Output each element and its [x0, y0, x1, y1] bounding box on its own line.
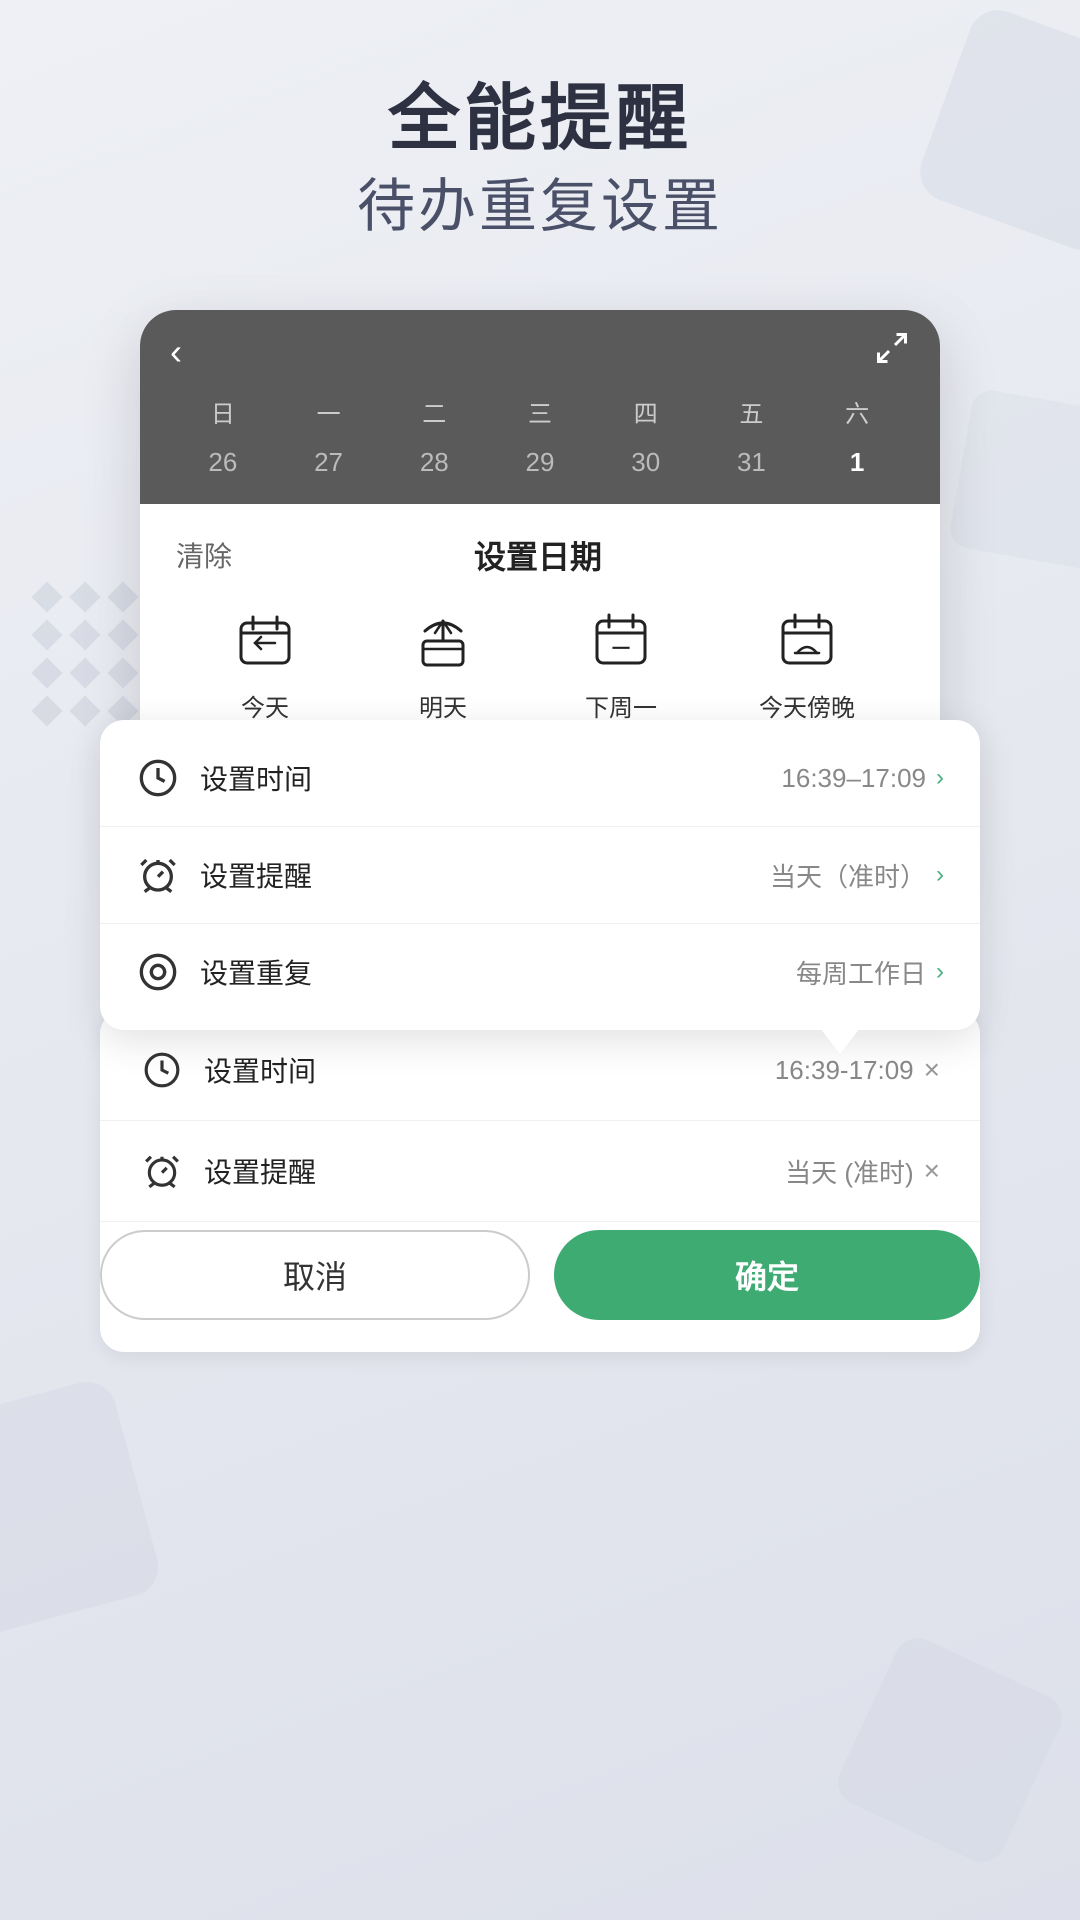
- cal-date-27[interactable]: 27: [276, 441, 382, 484]
- bg-decoration-3: [0, 1375, 165, 1644]
- day-label-tue: 二: [381, 390, 487, 433]
- cal-date-28[interactable]: 28: [381, 441, 487, 484]
- time-arrow: ›: [936, 764, 944, 792]
- bottom-reminder-label: 设置提醒: [204, 1151, 785, 1191]
- day-label-sat: 六: [804, 390, 910, 433]
- day-label-sun: 日: [170, 390, 276, 433]
- cancel-button[interactable]: 取消: [100, 1230, 530, 1320]
- today-label: 今天: [241, 688, 289, 723]
- cal-dates-row: 26 27 28 29 30 31 1: [170, 441, 910, 484]
- bottom-alarm-icon: [140, 1149, 184, 1193]
- evening-label: 今天傍晚: [759, 688, 855, 723]
- quick-evening[interactable]: 今天傍晚: [759, 606, 855, 723]
- bottom-time-value: 16:39-17:09: [775, 1055, 914, 1086]
- today-icon: [225, 606, 305, 676]
- reminder-arrow: ›: [936, 861, 944, 889]
- cal-days-header: 日 一 二 三 四 五 六: [170, 390, 910, 433]
- sub-title: 待办重复设置: [20, 169, 1060, 244]
- cal-date-31[interactable]: 31: [699, 441, 805, 484]
- tooltip-time-item[interactable]: 设置时间 16:39–17:09 ›: [100, 730, 980, 827]
- bottom-reminder-item: 设置提醒 当天 (准时) ×: [100, 1121, 980, 1222]
- cal-date-30[interactable]: 30: [593, 441, 699, 484]
- bottom-clock-icon: [140, 1048, 184, 1092]
- repeat-icon: [136, 950, 180, 994]
- tomorrow-icon: [403, 606, 483, 676]
- main-title: 全能提醒: [20, 80, 1060, 159]
- bottom-time-label: 设置时间: [204, 1050, 775, 1090]
- repeat-value: 每周工作日: [796, 954, 926, 991]
- repeat-arrow: ›: [936, 958, 944, 986]
- bg-decoration-2: [947, 387, 1080, 572]
- quick-tomorrow[interactable]: 明天: [403, 606, 483, 723]
- reminder-label: 设置提醒: [200, 855, 770, 895]
- evening-icon: [767, 606, 847, 676]
- set-date-title: 设置日期: [474, 532, 602, 578]
- header-section: 全能提醒 待办重复设置: [0, 60, 1080, 265]
- action-buttons: 取消 确定: [100, 1230, 980, 1320]
- calendar-dark-header: ‹ 日 一 二 三 四 五 六 26 27 28 29 30: [140, 310, 940, 504]
- repeat-label: 设置重复: [200, 952, 796, 992]
- next-monday-icon: 一: [581, 606, 661, 676]
- diamond-decoration: [30, 580, 140, 728]
- cal-date-1[interactable]: 1: [804, 441, 910, 484]
- day-label-fri: 五: [699, 390, 805, 433]
- back-button[interactable]: ‹: [170, 331, 182, 373]
- clock-icon: [136, 756, 180, 800]
- next-monday-label: 下周一: [585, 688, 657, 723]
- tooltip-card: 设置时间 16:39–17:09 › 设置提醒 当天（准时） › 设置重复 每周…: [100, 720, 980, 1030]
- quick-select-row: 今天 明天: [176, 606, 904, 723]
- quick-today[interactable]: 今天: [225, 606, 305, 723]
- bottom-reminder-value: 当天 (准时): [785, 1153, 914, 1190]
- day-label-wed: 三: [487, 390, 593, 433]
- expand-button[interactable]: [874, 330, 910, 374]
- cal-date-26[interactable]: 26: [170, 441, 276, 484]
- day-label-thu: 四: [593, 390, 699, 433]
- time-label: 设置时间: [200, 758, 781, 798]
- day-label-mon: 一: [276, 390, 382, 433]
- quick-next-monday[interactable]: 一 下周一: [581, 606, 661, 723]
- confirm-button[interactable]: 确定: [554, 1230, 980, 1320]
- tooltip-reminder-item[interactable]: 设置提醒 当天（准时） ›: [100, 827, 980, 924]
- tooltip-repeat-item[interactable]: 设置重复 每周工作日 ›: [100, 924, 980, 1020]
- clear-button[interactable]: 清除: [176, 535, 232, 575]
- cal-date-29[interactable]: 29: [487, 441, 593, 484]
- svg-text:一: 一: [612, 639, 630, 659]
- reminder-value: 当天（准时）: [770, 857, 926, 894]
- alarm-icon: [136, 853, 180, 897]
- set-date-header: 清除 设置日期: [176, 532, 904, 578]
- cal-nav-row: ‹: [170, 330, 910, 374]
- bottom-time-close[interactable]: ×: [924, 1054, 940, 1086]
- bg-decoration-4: [830, 1630, 1069, 1869]
- tomorrow-label: 明天: [419, 688, 467, 723]
- time-value: 16:39–17:09: [781, 763, 926, 794]
- bottom-reminder-close[interactable]: ×: [924, 1155, 940, 1187]
